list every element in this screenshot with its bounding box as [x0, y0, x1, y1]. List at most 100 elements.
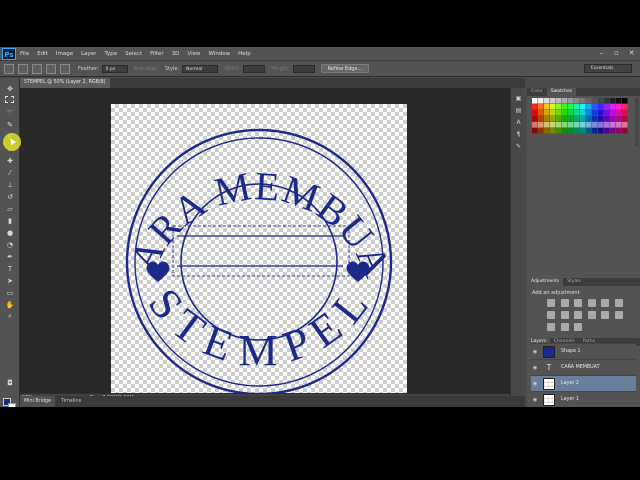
intersect-selection-icon[interactable] — [60, 63, 70, 74]
character-panel-icon[interactable]: A — [514, 118, 523, 127]
tab-styles[interactable]: Styles — [563, 278, 585, 286]
move-tool-icon[interactable]: ✥ — [5, 84, 15, 93]
properties-panel-icon[interactable]: ▤ — [514, 106, 523, 115]
swatch-cell[interactable] — [556, 116, 562, 122]
new-selection-icon[interactable] — [18, 63, 28, 74]
swatch-cell[interactable] — [550, 104, 556, 110]
visibility-eye-icon[interactable]: ◉ — [531, 365, 539, 371]
tab-color[interactable]: Color — [527, 88, 547, 96]
swatch-cell[interactable] — [568, 116, 574, 122]
brightness-contrast-icon[interactable] — [547, 299, 555, 307]
swatch-cell[interactable] — [616, 128, 622, 134]
swatch-cell[interactable] — [538, 122, 544, 128]
swatch-cell[interactable] — [562, 122, 568, 128]
swatch-cell[interactable] — [616, 122, 622, 128]
swatch-cell[interactable] — [574, 104, 580, 110]
menu-edit[interactable]: Edit — [33, 47, 52, 61]
canvas-area[interactable]: CARA MEMBUAT STEMPEL — [20, 88, 525, 400]
swatch-cell[interactable] — [544, 128, 550, 134]
swatch-cell[interactable] — [556, 122, 562, 128]
swatch-cell[interactable] — [532, 116, 538, 122]
swatch-cell[interactable] — [604, 98, 610, 104]
refine-edge-button[interactable]: Refine Edge... — [320, 64, 370, 73]
swatch-cell[interactable] — [568, 128, 574, 134]
swatch-cell[interactable] — [586, 104, 592, 110]
menu-select[interactable]: Select — [121, 47, 146, 61]
swatch-cell[interactable] — [598, 110, 604, 116]
width-input[interactable] — [243, 64, 266, 73]
pen-tool-icon[interactable]: ✒ — [5, 252, 15, 261]
black-white-icon[interactable] — [560, 311, 569, 319]
tab-mini-bridge[interactable]: Mini Bridge — [20, 396, 56, 407]
workspace-select[interactable]: Essentials — [584, 64, 632, 73]
brush-panel-icon[interactable]: ✎ — [514, 142, 523, 151]
swatch-cell[interactable] — [622, 98, 628, 104]
swatch-cell[interactable] — [586, 116, 592, 122]
menu-help[interactable]: Help — [234, 47, 255, 61]
swatch-cell[interactable] — [544, 110, 550, 116]
swatch-cell[interactable] — [592, 128, 598, 134]
document-tab[interactable]: STEMPEL @ 50% (Layer 2, RGB/8) — [20, 78, 110, 88]
swatch-cell[interactable] — [568, 122, 574, 128]
swatch-cell[interactable] — [622, 116, 628, 122]
color-lookup-icon[interactable] — [601, 311, 610, 319]
clone-stamp-tool-icon[interactable]: ⊥ — [5, 180, 15, 189]
menu-filter[interactable]: Filter — [146, 47, 168, 61]
swatch-cell[interactable] — [580, 122, 586, 128]
swatch-cell[interactable] — [622, 122, 628, 128]
swatch-cell[interactable] — [616, 98, 622, 104]
tab-timeline[interactable]: Timeline — [55, 396, 87, 407]
height-input[interactable] — [292, 64, 315, 73]
curves-icon[interactable] — [574, 299, 583, 307]
swatch-cell[interactable] — [598, 128, 604, 134]
swatch-cell[interactable] — [604, 104, 610, 110]
menu-view[interactable]: View — [183, 47, 204, 61]
history-brush-tool-icon[interactable]: ↺ — [5, 192, 15, 201]
marquee-preset-icon[interactable] — [4, 63, 14, 74]
menu-type[interactable]: Type — [100, 47, 121, 61]
swatch-cell[interactable] — [610, 98, 616, 104]
swatch-cell[interactable] — [616, 110, 622, 116]
eraser-tool-icon[interactable]: ▱ — [5, 204, 15, 213]
swatch-cell[interactable] — [538, 128, 544, 134]
menu-image[interactable]: Image — [52, 47, 77, 61]
photo-filter-icon[interactable] — [574, 311, 583, 319]
visibility-eye-icon[interactable]: ◉ — [531, 381, 539, 387]
swatch-cell[interactable] — [598, 98, 604, 104]
swatch-cell[interactable] — [532, 98, 538, 104]
swatch-cell[interactable] — [622, 110, 628, 116]
layer-row[interactable]: ◉ Layer 1 — [531, 391, 636, 407]
swatch-cell[interactable] — [580, 116, 586, 122]
swatch-cell[interactable] — [586, 98, 592, 104]
swatch-cell[interactable] — [538, 116, 544, 122]
minimize-button[interactable]: – — [597, 49, 606, 57]
swatch-cell[interactable] — [616, 104, 622, 110]
subtract-selection-icon[interactable] — [46, 63, 56, 74]
swatch-cell[interactable] — [586, 110, 592, 116]
swatch-cell[interactable] — [532, 110, 538, 116]
threshold-icon[interactable] — [560, 323, 569, 331]
swatch-cell[interactable] — [592, 122, 598, 128]
type-tool-icon[interactable]: T — [5, 264, 15, 273]
swatch-cell[interactable] — [574, 116, 580, 122]
hue-saturation-icon[interactable] — [614, 299, 623, 307]
brush-tool-icon[interactable]: ⁄ — [5, 168, 15, 177]
vibrance-icon[interactable] — [601, 299, 610, 307]
swatch-cell[interactable] — [580, 98, 586, 104]
swatch-cell[interactable] — [598, 104, 604, 110]
swatch-cell[interactable] — [604, 128, 610, 134]
shape-tool-icon[interactable]: ▭ — [5, 288, 15, 297]
menu-window[interactable]: Window — [204, 47, 234, 61]
swatch-cell[interactable] — [562, 128, 568, 134]
swatch-cell[interactable] — [544, 98, 550, 104]
swatch-cell[interactable] — [586, 128, 592, 134]
tab-adjustments[interactable]: Adjustments — [527, 278, 564, 286]
swatches-grid[interactable] — [532, 98, 632, 146]
feather-input[interactable]: 0 px — [101, 64, 128, 73]
quick-mask-icon[interactable]: ◘ — [5, 378, 15, 387]
close-button[interactable]: ✕ — [627, 49, 636, 57]
visibility-eye-icon[interactable]: ◉ — [531, 349, 539, 355]
swatch-cell[interactable] — [574, 122, 580, 128]
gradient-tool-icon[interactable]: ▮ — [5, 216, 15, 225]
swatch-cell[interactable] — [538, 110, 544, 116]
